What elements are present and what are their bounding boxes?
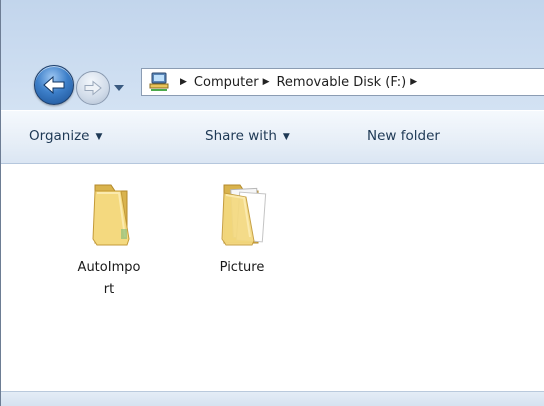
computer-location-icon [149, 72, 169, 91]
forward-button[interactable] [76, 71, 110, 105]
file-list[interactable]: AutoImpo rt Picture [1, 165, 544, 391]
breadcrumb-computer[interactable]: Computer [194, 75, 259, 90]
organize-button[interactable]: Organize ▼ [29, 128, 102, 144]
explorer-window: ▶ Computer ▶ Removable Disk (F:) ▶ Organ… [0, 0, 544, 406]
new-folder-button[interactable]: New folder [367, 128, 440, 144]
chevron-down-icon: ▼ [282, 132, 290, 142]
back-arrow-icon [43, 75, 65, 95]
share-with-label: Share with [205, 128, 277, 144]
new-folder-label: New folder [367, 128, 440, 144]
folder-item-autoimport[interactable]: AutoImpo rt [61, 179, 157, 301]
folder-icon [92, 184, 130, 246]
forward-arrow-icon [84, 80, 102, 96]
folder-item-picture[interactable]: Picture [194, 179, 290, 279]
back-button[interactable] [34, 65, 74, 105]
folder-name: Picture [219, 260, 265, 275]
chevron-down-icon: ▼ [95, 132, 103, 142]
details-pane [1, 391, 544, 406]
folder-with-documents-icon [221, 184, 267, 246]
recent-pages-dropdown-icon [114, 84, 124, 91]
breadcrumb-separator-icon[interactable]: ▶ [263, 77, 270, 87]
breadcrumb-removable-disk[interactable]: Removable Disk (F:) [276, 75, 406, 90]
address-bar[interactable]: ▶ Computer ▶ Removable Disk (F:) ▶ [141, 68, 544, 96]
recent-pages-dropdown[interactable] [113, 82, 125, 94]
breadcrumb-separator-icon[interactable]: ▶ [410, 77, 417, 87]
folder-name: AutoImpo rt [77, 260, 141, 297]
organize-label: Organize [29, 128, 90, 144]
breadcrumb-separator-icon[interactable]: ▶ [180, 77, 187, 87]
share-with-button[interactable]: Share with ▼ [205, 128, 290, 144]
command-bar: Organize ▼ Share with ▼ New folder [1, 110, 544, 164]
